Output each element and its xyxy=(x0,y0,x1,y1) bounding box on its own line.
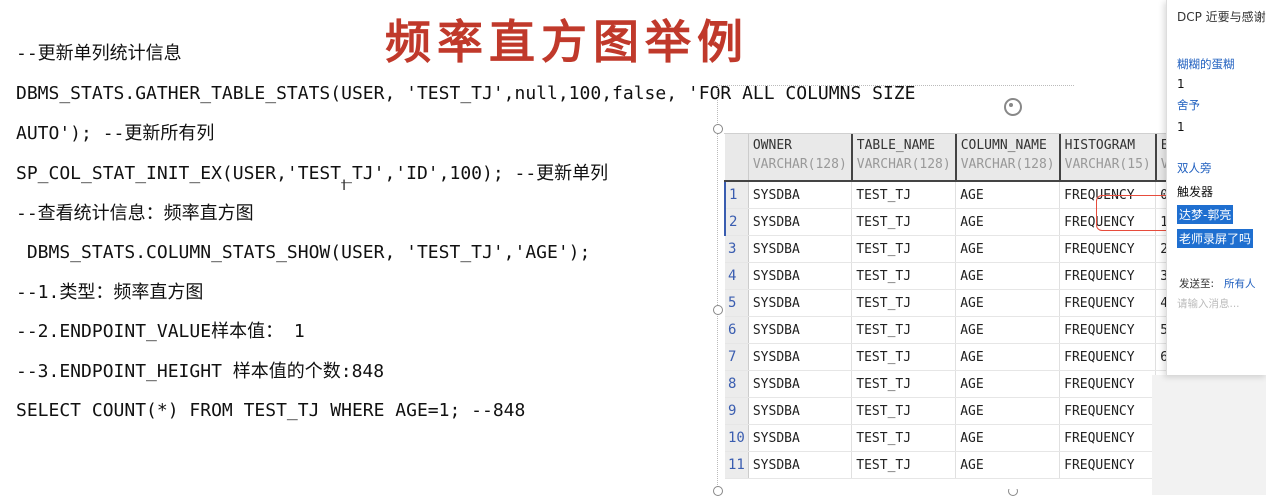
cell-owner[interactable]: SYSDBA xyxy=(748,181,853,209)
row-number[interactable]: 7 xyxy=(725,343,749,371)
code-line: SP_COL_STAT_INIT_EX(USER,'TEST_TJ','ID',… xyxy=(16,163,609,184)
cell-histogram[interactable]: FREQUENCY xyxy=(1059,424,1157,452)
cell-histogram[interactable]: FREQUENCY xyxy=(1059,316,1157,344)
cell-column-name[interactable]: AGE xyxy=(955,451,1061,479)
cell-table-name[interactable]: TEST_TJ xyxy=(851,424,957,452)
code-line: --查看统计信息：频率直方图 xyxy=(16,203,254,224)
cell-histogram[interactable]: FREQUENCY xyxy=(1059,397,1157,425)
row-number[interactable]: 10 xyxy=(725,424,749,452)
cell-table-name[interactable]: TEST_TJ xyxy=(851,316,957,344)
chat-message: 1 xyxy=(1177,77,1185,91)
column-header-table-name[interactable]: TABLE_NAME VARCHAR(128) xyxy=(851,134,957,182)
resize-handle-icon[interactable] xyxy=(713,305,723,315)
code-line: AUTO'); --更新所有列 xyxy=(16,123,215,144)
cell-owner[interactable]: SYSDBA xyxy=(748,424,853,452)
row-number[interactable]: 6 xyxy=(725,316,749,344)
cell-owner[interactable]: SYSDBA xyxy=(748,208,853,236)
cell-table-name[interactable]: TEST_TJ xyxy=(851,343,957,371)
chat-sender-name: 双人旁 xyxy=(1177,161,1212,175)
resize-handle-icon[interactable] xyxy=(713,124,723,134)
row-number[interactable]: 8 xyxy=(725,370,749,398)
cell-histogram[interactable]: FREQUENCY xyxy=(1059,235,1157,263)
slide-title: 频率直方图举例 xyxy=(385,15,749,69)
cell-histogram[interactable]: FREQUENCY xyxy=(1059,343,1157,371)
cell-owner[interactable]: SYSDBA xyxy=(748,451,853,479)
chat-panel[interactable]: DCP 近要与感谢 糊糊的蛋糊 1 舍予 1 双人旁触发器达梦-郭亮老师录屏了吗 发送至… xyxy=(1166,0,1266,375)
table-row[interactable]: 7 SYSDBA TEST_TJ AGE FREQUENCY 6 xyxy=(725,343,1184,371)
result-grid[interactable]: OWNER VARCHAR(128) TABLE_NAME VARCHAR(128)… xyxy=(724,133,1184,489)
annotation-box xyxy=(1096,195,1173,231)
cell-owner[interactable]: SYSDBA xyxy=(748,397,853,425)
cell-column-name[interactable]: AGE xyxy=(955,424,1061,452)
send-to-selector[interactable]: 所有人 xyxy=(1224,278,1256,290)
cell-table-name[interactable]: TEST_TJ xyxy=(851,208,957,236)
cell-histogram[interactable]: FREQUENCY xyxy=(1059,262,1157,290)
cell-histogram[interactable]: FREQUENCY xyxy=(1059,370,1157,398)
table-row[interactable]: 10SYSDBATEST_TJAGEFREQUENCY9868 xyxy=(725,424,1184,452)
send-to-label: 发送至: xyxy=(1179,278,1215,290)
cell-histogram[interactable]: FREQUENCY xyxy=(1059,289,1157,317)
rotate-handle-icon[interactable] xyxy=(1004,98,1022,116)
cell-column-name[interactable]: AGE xyxy=(955,370,1061,398)
cell-table-name[interactable]: TEST_TJ xyxy=(851,370,957,398)
cell-table-name[interactable]: TEST_TJ xyxy=(851,397,957,425)
code-line: --1.类型：频率直方图 xyxy=(16,282,204,303)
cell-histogram[interactable]: FREQUENCY xyxy=(1059,451,1157,479)
code-line: --3.ENDPOINT_HEIGHT 样本值的个数:848 xyxy=(16,361,385,382)
chat-message: 1 xyxy=(1177,120,1185,134)
row-number[interactable]: 2 xyxy=(724,208,749,236)
row-number[interactable]: 4 xyxy=(725,262,749,290)
row-number[interactable]: 1 xyxy=(724,181,749,209)
chat-bottom-strip xyxy=(1152,375,1266,495)
table-row[interactable]: 9SYSDBATEST_TJAGEFREQUENCY8843 xyxy=(725,397,1184,425)
cell-table-name[interactable]: TEST_TJ xyxy=(851,235,957,263)
cell-column-name[interactable]: AGE xyxy=(955,343,1061,371)
send-to[interactable]: 发送至: 所有人 xyxy=(1179,276,1256,291)
chat-message: 达梦-郭亮 xyxy=(1177,205,1234,224)
code-line: DBMS_STATS.COLUMN_STATS_SHOW(USER, 'TEST… xyxy=(16,242,591,263)
column-header-column-name[interactable]: COLUMN_NAME VARCHAR(128) xyxy=(955,134,1061,182)
cell-table-name[interactable]: TEST_TJ xyxy=(851,262,957,290)
row-number-header xyxy=(725,134,749,182)
cell-table-name[interactable]: TEST_TJ xyxy=(851,181,957,209)
row-number[interactable]: 5 xyxy=(725,289,749,317)
column-header-histogram[interactable]: HISTOGRAM VARCHAR(15) xyxy=(1059,134,1157,182)
code-line: SELECT COUNT(*) FROM TEST_TJ WHERE AGE=1… xyxy=(16,400,526,421)
cell-column-name[interactable]: AGE xyxy=(955,316,1061,344)
chat-message: 老师录屏了吗 xyxy=(1177,229,1254,248)
cell-table-name[interactable]: TEST_TJ xyxy=(851,451,957,479)
chat-sender-name: 舍予 xyxy=(1177,98,1200,112)
cell-owner[interactable]: SYSDBA xyxy=(748,289,853,317)
cell-owner[interactable]: SYSDBA xyxy=(748,235,853,263)
text-cursor-icon: I xyxy=(342,178,347,194)
code-line: --更新单列统计信息 xyxy=(16,43,182,64)
row-number[interactable]: 11 xyxy=(725,451,749,479)
table-row[interactable]: 5 SYSDBA TEST_TJ AGE FREQUENCY 4 xyxy=(725,289,1184,317)
cell-owner[interactable]: SYSDBA xyxy=(748,370,853,398)
chat-message: 触发器 xyxy=(1177,185,1214,199)
cell-column-name[interactable]: AGE xyxy=(955,262,1061,290)
cell-column-name[interactable]: AGE xyxy=(955,289,1061,317)
row-number[interactable]: 3 xyxy=(725,235,749,263)
code-line: --2.ENDPOINT_VALUE样本值： 1 xyxy=(16,321,305,342)
table-row[interactable]: 8SYSDBATEST_TJAGEFREQUENCY7811 xyxy=(725,370,1184,398)
chat-header-text: DCP 近要与感谢 xyxy=(1177,10,1266,24)
chat-input[interactable]: 请输入消息... xyxy=(1177,296,1240,311)
cell-owner[interactable]: SYSDBA xyxy=(748,343,853,371)
cell-column-name[interactable]: AGE xyxy=(955,208,1061,236)
table-row[interactable]: 4 SYSDBA TEST_TJ AGE FREQUENCY 3 xyxy=(725,262,1184,290)
cell-column-name[interactable]: AGE xyxy=(955,181,1061,209)
cell-table-name[interactable]: TEST_TJ xyxy=(851,289,957,317)
table-row[interactable]: 6 SYSDBA TEST_TJ AGE FREQUENCY 5 xyxy=(725,316,1184,344)
table-row[interactable]: 11SYSDBATEST_TJAGEFREQUENCY10801 xyxy=(725,451,1184,479)
table-row[interactable]: 3 SYSDBA TEST_TJ AGE FREQUENCY 2 xyxy=(725,235,1184,263)
chat-sender-name: 糊糊的蛋糊 xyxy=(1177,57,1235,71)
cell-column-name[interactable]: AGE xyxy=(955,397,1061,425)
cell-column-name[interactable]: AGE xyxy=(955,235,1061,263)
cell-owner[interactable]: SYSDBA xyxy=(748,262,853,290)
cell-owner[interactable]: SYSDBA xyxy=(748,316,853,344)
column-header-owner[interactable]: OWNER VARCHAR(128) xyxy=(748,134,853,182)
row-number[interactable]: 9 xyxy=(725,397,749,425)
